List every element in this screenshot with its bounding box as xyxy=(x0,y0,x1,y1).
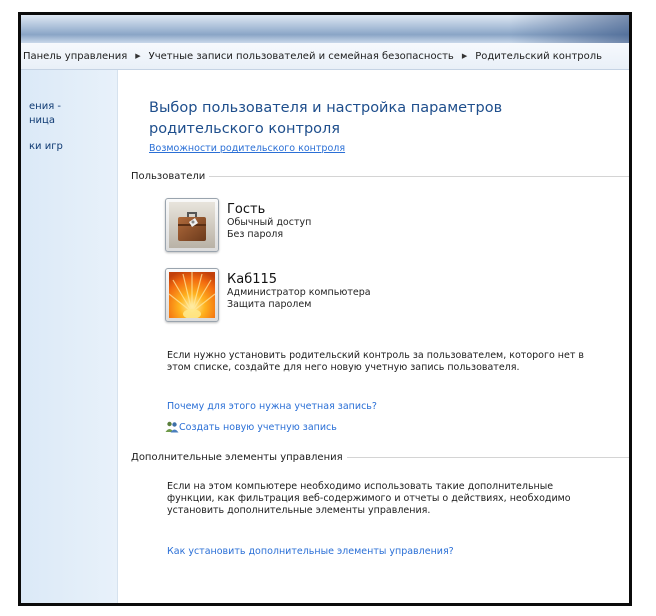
breadcrumb-item-control-panel[interactable]: Панель управления xyxy=(21,51,129,62)
user-password-status: Защита паролем xyxy=(227,299,312,310)
breadcrumb-arrow-icon[interactable]: ▶ xyxy=(456,52,473,60)
nav-link-control-panel-home[interactable]: ения - xyxy=(21,100,117,114)
create-account-link[interactable]: Создать новую учетную запись xyxy=(179,422,337,433)
breadcrumb: Панель управления ▶ Учетные записи польз… xyxy=(21,43,629,70)
no-user-info-text: Если нужно установить родительский контр… xyxy=(167,350,585,373)
user-info: Гость Обычный доступ Без пароля xyxy=(227,198,311,252)
section-divider xyxy=(209,176,629,177)
breadcrumb-item-parental-controls[interactable]: Родительский контроль xyxy=(473,51,604,62)
user-info: Каб115 Администратор компьютера Защита п… xyxy=(227,268,371,322)
create-account-action[interactable]: Создать новую учетную запись xyxy=(165,421,337,433)
additional-controls-section-header: Дополнительные элементы управления xyxy=(131,452,629,463)
user-name: Каб115 xyxy=(227,272,278,287)
nav-link-game-ratings[interactable]: ки игр xyxy=(21,140,117,154)
briefcase-icon xyxy=(169,202,215,248)
section-divider xyxy=(346,457,629,458)
user-picture xyxy=(165,268,219,322)
additional-controls-label: Дополнительные элементы управления xyxy=(131,452,343,463)
main-content: Выбор пользователя и настройка параметро… xyxy=(131,70,629,603)
user-picture xyxy=(165,198,219,252)
user-tile-kab115[interactable]: Каб115 Администратор компьютера Защита п… xyxy=(165,268,371,322)
navigation-pane: ения - ница ки игр xyxy=(21,70,118,603)
user-account-type: Обычный доступ xyxy=(227,217,312,228)
breadcrumb-item-user-accounts[interactable]: Учетные записи пользователей и семейная … xyxy=(147,51,456,62)
window-frame: Панель управления ▶ Учетные записи польз… xyxy=(18,12,632,606)
user-name: Гость xyxy=(227,202,266,217)
nav-link-control-panel-home-cont[interactable]: ница xyxy=(21,114,117,128)
why-account-needed-link[interactable]: Почему для этого нужна учетная запись? xyxy=(167,401,377,412)
title-bar xyxy=(21,15,629,43)
breadcrumb-arrow-icon[interactable]: ▶ xyxy=(129,52,146,60)
users-section-header: Пользователи xyxy=(131,171,629,182)
page-title: Выбор пользователя и настройка параметро… xyxy=(149,100,503,137)
parental-controls-features-link[interactable]: Возможности родительского контроля xyxy=(149,143,345,154)
user-account-type: Администратор компьютера xyxy=(227,287,371,298)
users-icon xyxy=(165,421,179,433)
user-tile-guest[interactable]: Гость Обычный доступ Без пароля xyxy=(165,198,311,252)
flower-icon xyxy=(169,272,215,318)
install-additional-controls-link[interactable]: Как установить дополнительные элементы у… xyxy=(167,546,454,557)
users-section-label: Пользователи xyxy=(131,171,206,182)
additional-controls-info-text: Если на этом компьютере необходимо испол… xyxy=(167,481,571,516)
user-password-status: Без пароля xyxy=(227,229,284,240)
